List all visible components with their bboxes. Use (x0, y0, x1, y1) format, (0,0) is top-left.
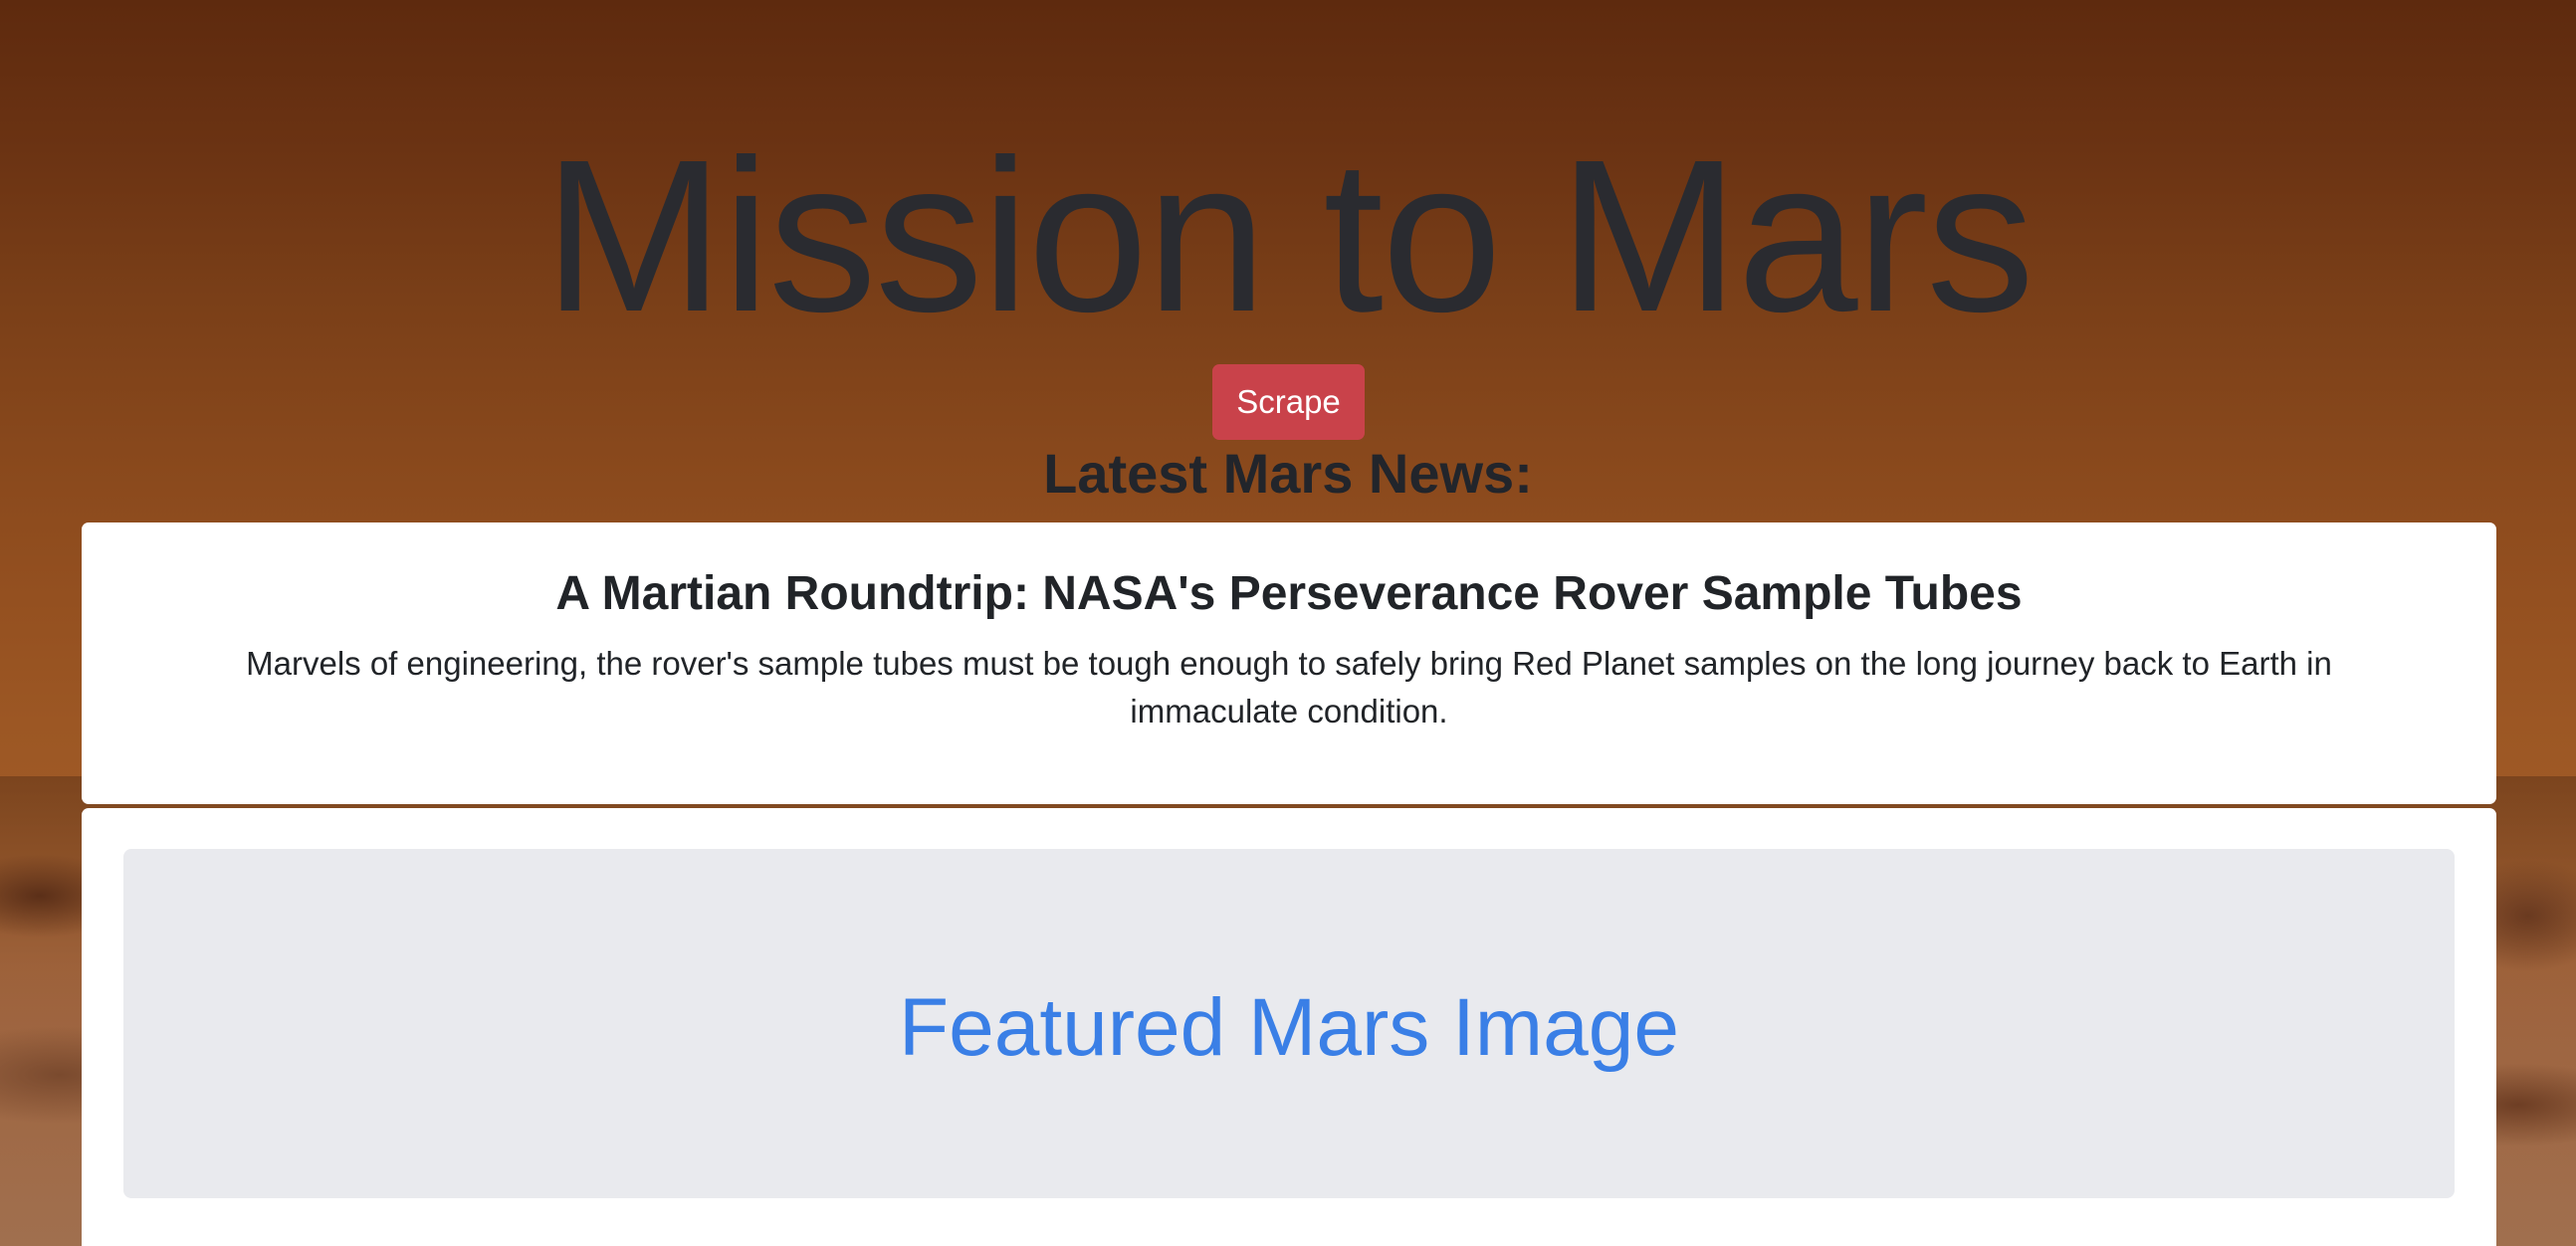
news-teaser: Marvels of engineering, the rover's samp… (246, 645, 2332, 729)
news-card: A Martian Roundtrip: NASA's Perseverance… (82, 522, 2496, 804)
featured-image-card: Featured Mars Image (82, 808, 2496, 1246)
featured-image-panel: Featured Mars Image (123, 849, 2455, 1198)
featured-image-heading: Featured Mars Image (899, 982, 1679, 1073)
page-title: Mission to Mars (542, 115, 2035, 357)
latest-news-heading: Latest Mars News: (1043, 442, 1533, 505)
scrape-button[interactable]: Scrape (1212, 364, 1365, 440)
news-title: A Martian Roundtrip: NASA's Perseverance… (555, 567, 2023, 620)
header: Mission to Mars Scrape Latest Mars News: (0, 0, 2576, 522)
